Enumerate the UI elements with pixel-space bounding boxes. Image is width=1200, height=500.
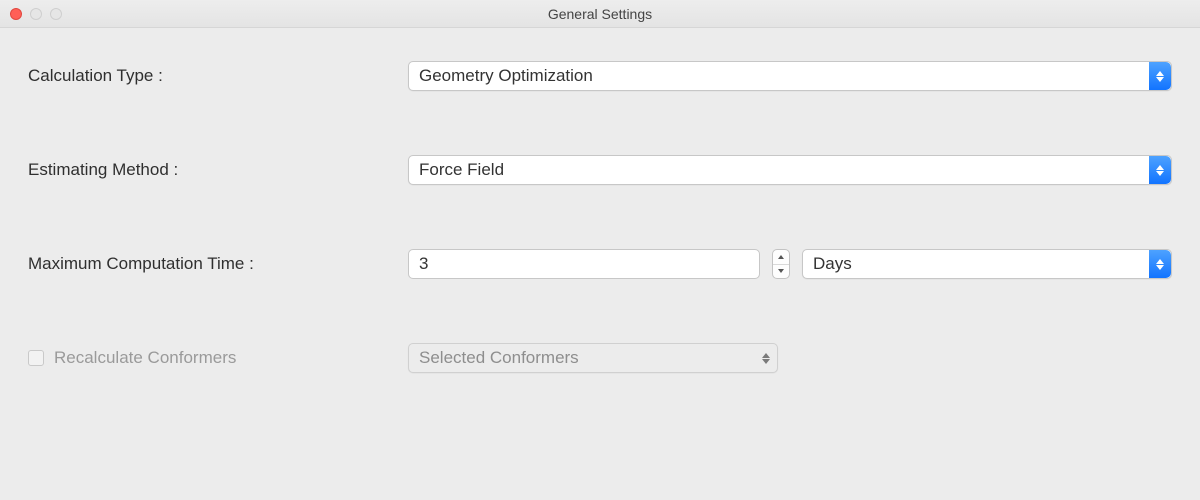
stepper-up-icon[interactable] bbox=[773, 250, 789, 265]
settings-form: Calculation Type : Geometry Optimization… bbox=[0, 28, 1200, 376]
label-estimating-method: Estimating Method : bbox=[28, 160, 178, 179]
stepper-max-time[interactable] bbox=[772, 249, 790, 279]
zoom-icon bbox=[50, 8, 62, 20]
select-calculation-type[interactable]: Geometry Optimization bbox=[408, 61, 1172, 91]
row-recalculate: Recalculate Conformers Selected Conforme… bbox=[28, 340, 1172, 376]
select-time-unit[interactable]: Days bbox=[802, 249, 1172, 279]
select-conformers-value: Selected Conformers bbox=[419, 348, 579, 368]
select-calculation-type-value: Geometry Optimization bbox=[419, 66, 593, 86]
row-estimating-method: Estimating Method : Force Field bbox=[28, 152, 1172, 188]
select-estimating-method-value: Force Field bbox=[419, 160, 504, 180]
window-title: General Settings bbox=[0, 6, 1200, 22]
select-time-unit-value: Days bbox=[813, 254, 852, 274]
titlebar: General Settings bbox=[0, 0, 1200, 28]
stepper-down-icon[interactable] bbox=[773, 265, 789, 279]
label-calculation-type: Calculation Type : bbox=[28, 66, 163, 85]
chevron-up-down-icon bbox=[1149, 250, 1171, 278]
input-max-time[interactable]: 3 bbox=[408, 249, 760, 279]
close-icon[interactable] bbox=[10, 8, 22, 20]
row-max-time: Maximum Computation Time : 3 Days bbox=[28, 246, 1172, 282]
chevron-up-down-icon bbox=[1149, 156, 1171, 184]
select-conformers: Selected Conformers bbox=[408, 343, 778, 373]
minimize-icon bbox=[30, 8, 42, 20]
input-max-time-value: 3 bbox=[419, 254, 428, 274]
label-recalculate: Recalculate Conformers bbox=[54, 348, 236, 368]
label-max-time: Maximum Computation Time : bbox=[28, 254, 254, 273]
chevron-up-down-icon bbox=[1149, 62, 1171, 90]
select-estimating-method[interactable]: Force Field bbox=[408, 155, 1172, 185]
chevron-up-down-icon bbox=[755, 344, 777, 372]
checkbox-recalculate[interactable] bbox=[28, 350, 44, 366]
window-controls bbox=[10, 8, 62, 20]
row-calculation-type: Calculation Type : Geometry Optimization bbox=[28, 58, 1172, 94]
